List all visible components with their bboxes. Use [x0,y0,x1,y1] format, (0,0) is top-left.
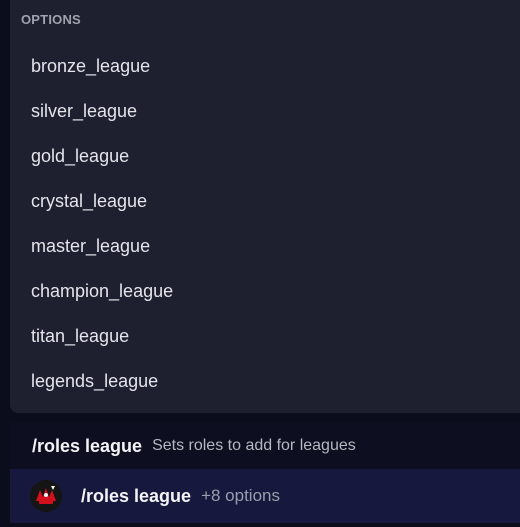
option-champion-league[interactable]: champion_league [10,269,520,314]
bot-app-icon-graphic [30,480,62,512]
option-bronze-league[interactable]: bronze_league [10,44,520,89]
options-popover: OPTIONS bronze_league silver_league gold… [10,0,520,413]
autocomplete-command-row[interactable]: /roles league +8 options [10,469,520,523]
hint-command-name: /roles league [32,435,143,456]
option-legends-league[interactable]: legends_league [10,359,520,404]
autocomplete-command-name: /roles league [81,485,192,506]
bot-app-icon [30,480,62,512]
autocomplete-options-count: +8 options [201,486,280,505]
options-header: OPTIONS [21,12,81,27]
command-hint: /roles league Sets roles to add for leag… [10,423,520,469]
option-master-league[interactable]: master_league [10,224,520,269]
option-titan-league[interactable]: titan_league [10,314,520,359]
hint-command-description: Sets roles to add for leagues [152,437,356,454]
option-silver-league[interactable]: silver_league [10,89,520,134]
option-crystal-league[interactable]: crystal_league [10,179,520,224]
slash-command-autocomplete: OPTIONS bronze_league silver_league gold… [0,0,520,527]
option-gold-league[interactable]: gold_league [10,134,520,179]
option-list: bronze_league silver_league gold_league … [10,44,520,404]
